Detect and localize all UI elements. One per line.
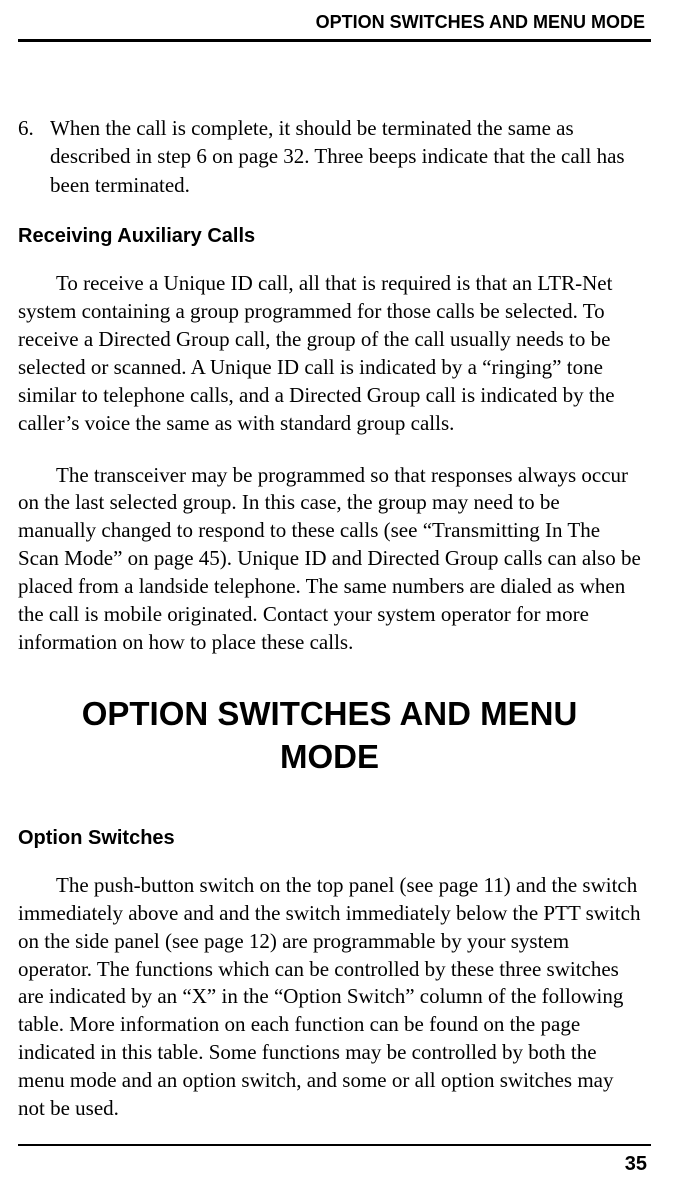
ordered-list-item-6: 6. When the call is complete, it should … — [18, 114, 641, 199]
paragraph: The transceiver may be programmed so tha… — [18, 462, 641, 657]
content-area: 6. When the call is complete, it should … — [18, 42, 651, 1123]
paragraph: The push-button switch on the top panel … — [18, 872, 641, 1123]
page-container: OPTION SWITCHES AND MENU MODE 6. When th… — [0, 0, 675, 1123]
paragraph: To receive a Unique ID call, all that is… — [18, 270, 641, 438]
page-number: 35 — [625, 1153, 647, 1176]
running-header: OPTION SWITCHES AND MENU MODE — [18, 10, 651, 33]
list-marker: 6. — [18, 114, 50, 199]
footer-rule — [18, 1144, 651, 1146]
list-item-text: When the call is complete, it should be … — [50, 114, 641, 199]
section-title-option-switches-menu-mode: OPTION SWITCHES AND MENU MODE — [18, 693, 641, 779]
subheading-receiving-aux-calls: Receiving Auxiliary Calls — [18, 225, 641, 248]
subheading-option-switches: Option Switches — [18, 827, 641, 850]
